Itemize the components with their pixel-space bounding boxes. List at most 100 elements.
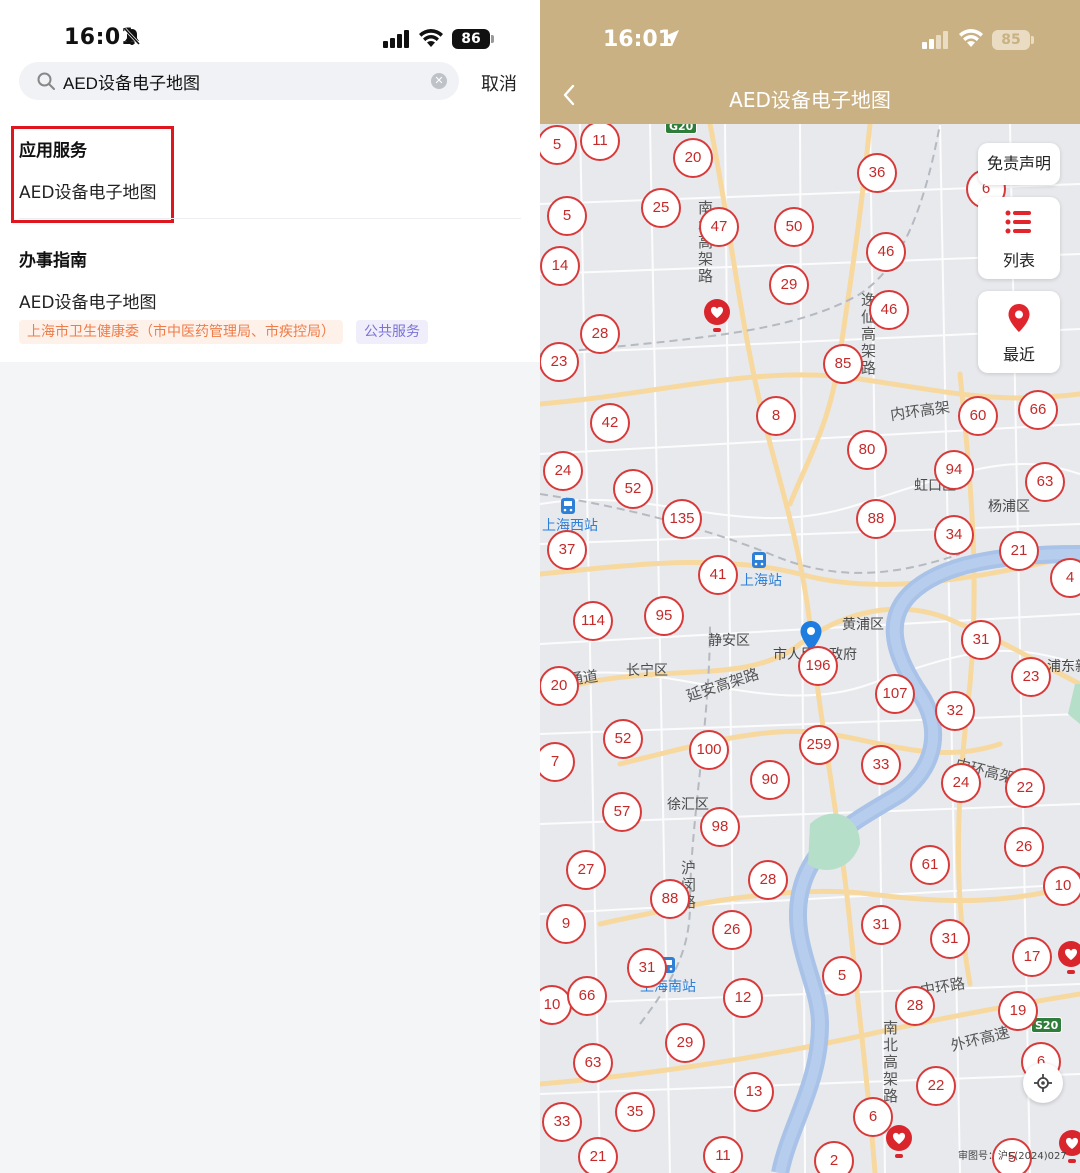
cancel-button[interactable]: 取消 <box>481 70 517 96</box>
map-label-changning: 长宁区 <box>626 663 668 679</box>
aed-cluster[interactable]: 107 <box>875 674 915 714</box>
aed-cluster[interactable]: 22 <box>1005 768 1045 808</box>
aed-cluster[interactable]: 31 <box>930 919 970 959</box>
aed-cluster[interactable]: 41 <box>698 555 738 595</box>
aed-cluster[interactable]: 95 <box>644 596 684 636</box>
aed-cluster[interactable]: 85 <box>823 344 863 384</box>
aed-cluster[interactable]: 28 <box>895 986 935 1026</box>
aed-cluster[interactable]: 46 <box>869 290 909 330</box>
aed-cluster[interactable]: 90 <box>750 760 790 800</box>
aed-cluster[interactable]: 28 <box>580 314 620 354</box>
aed-cluster[interactable]: 23 <box>1011 657 1051 697</box>
battery-indicator: 85 <box>992 30 1034 50</box>
aed-cluster[interactable]: 31 <box>627 948 667 988</box>
aed-cluster[interactable]: 27 <box>566 850 606 890</box>
aed-cluster[interactable]: 25 <box>641 188 681 228</box>
aed-cluster[interactable]: 100 <box>689 730 729 770</box>
aed-cluster[interactable]: 19 <box>998 991 1038 1031</box>
section-title-services: 应用服务 <box>19 141 87 161</box>
aed-cluster[interactable]: 63 <box>1025 462 1065 502</box>
search-bar[interactable]: ✕ <box>19 62 459 100</box>
aed-cluster[interactable]: 34 <box>934 515 974 555</box>
aed-cluster[interactable]: 52 <box>613 469 653 509</box>
aed-cluster[interactable]: 17 <box>1012 937 1052 977</box>
aed-cluster[interactable]: 24 <box>941 763 981 803</box>
aed-cluster[interactable]: 21 <box>578 1137 618 1173</box>
aed-cluster[interactable]: 37 <box>547 530 587 570</box>
aed-cluster[interactable]: 26 <box>1004 827 1044 867</box>
aed-marker-icon[interactable] <box>1056 940 1080 980</box>
aed-cluster[interactable]: 50 <box>774 207 814 247</box>
aed-cluster[interactable]: 12 <box>723 978 763 1018</box>
aed-cluster[interactable]: 66 <box>1018 390 1058 430</box>
list-button[interactable]: 列表 <box>978 197 1060 279</box>
page-title: AED设备电子地图 <box>729 88 891 112</box>
aed-cluster[interactable]: 20 <box>540 666 579 706</box>
aed-cluster[interactable]: 29 <box>665 1023 705 1063</box>
aed-cluster[interactable]: 88 <box>856 499 896 539</box>
aed-cluster[interactable]: 114 <box>573 601 613 641</box>
aed-cluster[interactable]: 11 <box>703 1136 743 1173</box>
result-item-guide[interactable]: AED设备电子地图 <box>19 288 156 313</box>
aed-cluster[interactable]: 47 <box>699 207 739 247</box>
aed-cluster[interactable]: 5 <box>547 196 587 236</box>
wifi-icon <box>959 29 983 47</box>
aed-cluster[interactable]: 33 <box>542 1102 582 1142</box>
aed-cluster[interactable]: 52 <box>603 719 643 759</box>
aed-marker-icon[interactable] <box>884 1124 914 1164</box>
aed-cluster[interactable]: 26 <box>712 910 752 950</box>
aed-cluster[interactable]: 31 <box>961 620 1001 660</box>
aed-cluster[interactable]: 36 <box>857 153 897 193</box>
aed-cluster[interactable]: 33 <box>861 745 901 785</box>
aed-cluster[interactable]: 42 <box>590 403 630 443</box>
aed-cluster[interactable]: 29 <box>769 265 809 305</box>
aed-cluster[interactable]: 66 <box>567 976 607 1016</box>
aed-cluster[interactable]: 60 <box>958 396 998 436</box>
search-input[interactable] <box>63 62 423 100</box>
right-pane: 上海西站 上海站 上海南站 静安区 长宁区 黄浦区 徐汇区 虹口区 杨浦区 浦东… <box>540 0 1080 1173</box>
nearby-button[interactable]: 最近 <box>978 291 1060 373</box>
aed-cluster[interactable]: 94 <box>934 450 974 490</box>
aed-cluster[interactable]: 13 <box>734 1072 774 1112</box>
aed-cluster[interactable]: 22 <box>916 1066 956 1106</box>
result-item-app[interactable]: AED设备电子地图 <box>19 178 156 203</box>
nearby-label: 最近 <box>1002 345 1035 364</box>
train-station-icon <box>561 498 575 514</box>
aed-cluster[interactable]: 98 <box>700 807 740 847</box>
aed-cluster[interactable]: 196 <box>798 646 838 686</box>
aed-cluster[interactable]: 6 <box>853 1097 893 1137</box>
aed-cluster[interactable]: 24 <box>543 451 583 491</box>
clear-icon[interactable]: ✕ <box>431 73 447 89</box>
list-icon <box>1005 210 1031 234</box>
aed-cluster[interactable]: 35 <box>615 1092 655 1132</box>
aed-cluster[interactable]: 10 <box>1043 866 1080 906</box>
aed-cluster[interactable]: 88 <box>650 879 690 919</box>
divider <box>19 218 521 219</box>
aed-cluster[interactable]: 21 <box>999 531 1039 571</box>
disclaimer-button[interactable]: 免责声明 <box>978 143 1060 185</box>
aed-cluster[interactable]: 135 <box>662 499 702 539</box>
aed-cluster[interactable]: 28 <box>748 860 788 900</box>
aed-cluster[interactable]: 20 <box>673 138 713 178</box>
aed-marker-icon[interactable] <box>702 298 732 338</box>
aed-cluster[interactable]: 5 <box>822 956 862 996</box>
battery-indicator: 86 <box>452 29 494 49</box>
aed-cluster[interactable]: 31 <box>861 905 901 945</box>
map-view[interactable]: 上海西站 上海站 上海南站 静安区 长宁区 黄浦区 徐汇区 虹口区 杨浦区 浦东… <box>540 118 1080 1173</box>
aed-cluster[interactable]: 14 <box>540 246 580 286</box>
aed-cluster[interactable]: 61 <box>910 845 950 885</box>
aed-cluster[interactable]: 259 <box>799 725 839 765</box>
location-pin-icon <box>1008 304 1030 332</box>
aed-cluster[interactable]: 80 <box>847 430 887 470</box>
aed-cluster[interactable]: 23 <box>540 342 579 382</box>
aed-cluster[interactable]: 2 <box>814 1141 854 1173</box>
locate-me-button[interactable] <box>1023 1063 1063 1103</box>
map-label-xuhui: 徐汇区 <box>667 797 709 813</box>
aed-cluster[interactable]: 32 <box>935 691 975 731</box>
aed-cluster[interactable]: 11 <box>580 121 620 161</box>
aed-cluster[interactable]: 9 <box>546 904 586 944</box>
aed-cluster[interactable]: 8 <box>756 396 796 436</box>
aed-cluster[interactable]: 63 <box>573 1043 613 1083</box>
aed-cluster[interactable]: 46 <box>866 232 906 272</box>
aed-cluster[interactable]: 57 <box>602 792 642 832</box>
